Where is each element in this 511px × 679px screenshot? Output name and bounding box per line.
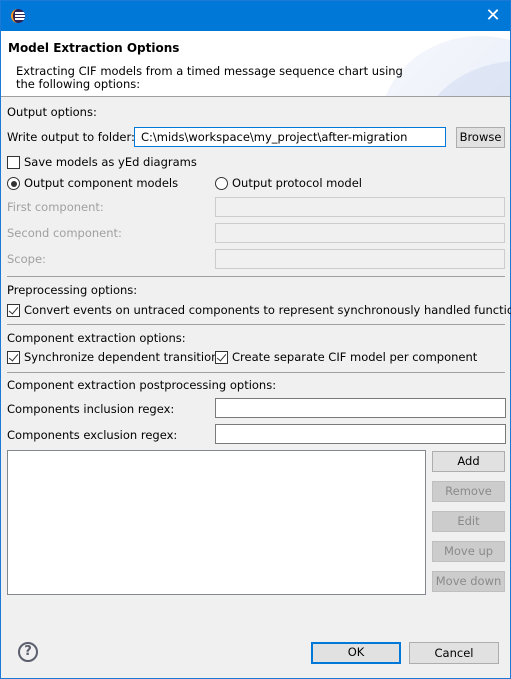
cancel-button[interactable]: Cancel	[409, 642, 499, 664]
output-protocol-model-label[interactable]: Output protocol model	[232, 176, 362, 190]
dialog-window: ✕ Model Extraction Options Extracting CI…	[0, 0, 511, 679]
component-extraction-options-label: Component extraction options:	[7, 331, 186, 345]
separator	[7, 372, 505, 373]
add-button[interactable]: Add	[432, 451, 505, 472]
help-icon[interactable]: ?	[18, 642, 38, 662]
synchronize-transitions-checkbox[interactable]	[7, 351, 20, 364]
move-up-button[interactable]: Move up	[432, 541, 505, 562]
save-yed-label[interactable]: Save models as yEd diagrams	[24, 155, 197, 169]
postprocessing-options-label: Component extraction postprocessing opti…	[7, 378, 277, 392]
exclusion-regex-input[interactable]	[215, 424, 506, 444]
convert-events-label[interactable]: Convert events on untraced components to…	[24, 303, 511, 317]
output-component-models-label[interactable]: Output component models	[24, 176, 178, 190]
output-component-models-radio[interactable]	[7, 177, 20, 190]
second-component-input[interactable]	[215, 223, 505, 243]
second-component-label: Second component:	[7, 226, 122, 240]
exclusion-regex-label: Components exclusion regex:	[7, 428, 178, 442]
close-button[interactable]: ✕	[482, 5, 504, 27]
synchronize-transitions-label[interactable]: Synchronize dependent transitions	[24, 350, 224, 364]
ok-button[interactable]: OK	[311, 642, 401, 664]
save-yed-checkbox[interactable]	[7, 156, 20, 169]
output-options-label: Output options:	[7, 105, 97, 119]
separator	[7, 324, 505, 325]
output-folder-label: Write output to folder:	[7, 130, 135, 144]
move-down-button[interactable]: Move down	[432, 571, 505, 592]
dialog-description: Extracting CIF models from a timed messa…	[16, 64, 403, 91]
dialog-title: Model Extraction Options	[8, 41, 180, 55]
scope-input[interactable]	[215, 249, 505, 269]
separator	[7, 276, 505, 277]
scope-label: Scope:	[7, 252, 46, 266]
first-component-label: First component:	[7, 200, 104, 214]
remove-button[interactable]: Remove	[432, 481, 505, 502]
separate-cif-model-checkbox[interactable]	[215, 351, 228, 364]
output-folder-input[interactable]	[134, 127, 446, 147]
dialog-header: Model Extraction Options Extracting CIF …	[1, 31, 510, 97]
inclusion-regex-label: Components inclusion regex:	[7, 402, 175, 416]
first-component-input[interactable]	[215, 197, 505, 217]
inclusion-regex-input[interactable]	[215, 398, 506, 418]
regex-list[interactable]	[7, 450, 426, 595]
browse-button[interactable]: Browse	[456, 127, 505, 148]
title-bar[interactable]: ✕	[1, 1, 510, 31]
edit-button[interactable]: Edit	[432, 511, 505, 532]
eclipse-app-icon	[11, 9, 25, 23]
separate-cif-model-label[interactable]: Create separate CIF model per component	[232, 350, 477, 364]
preprocessing-options-label: Preprocessing options:	[7, 283, 138, 297]
output-protocol-model-radio[interactable]	[215, 177, 228, 190]
convert-events-checkbox[interactable]	[7, 304, 20, 317]
